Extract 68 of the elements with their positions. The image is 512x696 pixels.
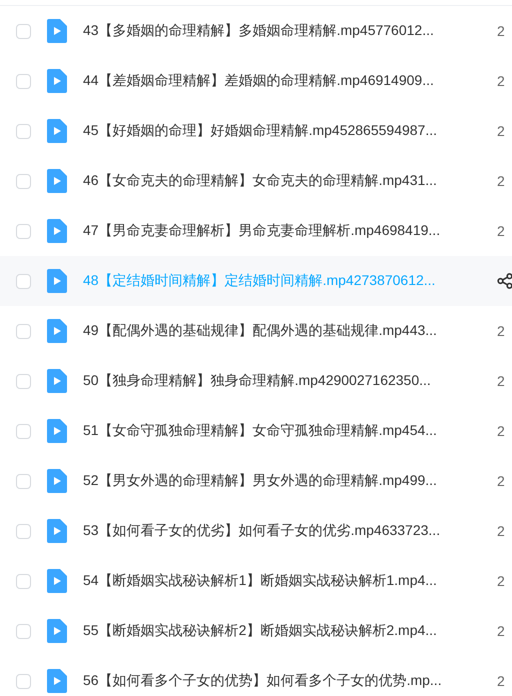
- file-date: 2: [497, 173, 505, 189]
- video-file-icon: [47, 119, 67, 143]
- file-name[interactable]: 51【女命守孤独命理精解】女命守孤独命理精解.mp454...: [83, 422, 497, 440]
- file-date: 2: [497, 673, 505, 689]
- checkbox[interactable]: [16, 174, 31, 188]
- file-date: 2: [497, 123, 505, 139]
- file-row[interactable]: 52【男女外遇的命理精解】男女外遇的命理精解.mp499... 2: [0, 456, 512, 506]
- file-row[interactable]: 50【独身命理精解】独身命理精解.mp4290027162350... 2: [0, 356, 512, 406]
- video-file-icon: [47, 69, 67, 93]
- file-date: 2: [497, 473, 505, 489]
- file-name[interactable]: 53【如何看子女的优劣】如何看子女的优劣.mp4633723...: [83, 522, 497, 540]
- file-row[interactable]: 54【断婚姻实战秘诀解析1】断婚姻实战秘诀解析1.mp4... 2: [0, 556, 512, 606]
- file-row[interactable]: 45【好婚姻的命理】好婚姻命理精解.mp452865594987... 2: [0, 106, 512, 156]
- file-date: 2: [497, 523, 505, 539]
- checkbox[interactable]: [16, 374, 31, 388]
- checkbox[interactable]: [16, 424, 31, 438]
- checkbox[interactable]: [16, 24, 31, 38]
- checkbox[interactable]: [16, 674, 31, 688]
- file-date: 2: [497, 623, 505, 639]
- file-date: 2: [497, 323, 505, 339]
- file-date: 2: [497, 573, 505, 589]
- file-row[interactable]: 53【如何看子女的优劣】如何看子女的优劣.mp4633723... 2: [0, 506, 512, 556]
- checkbox[interactable]: [16, 274, 31, 288]
- file-date: 2: [497, 423, 505, 439]
- file-row[interactable]: 55【断婚姻实战秘诀解析2】断婚姻实战秘诀解析2.mp4... 2: [0, 606, 512, 656]
- file-row[interactable]: 47【男命克妻命理解析】男命克妻命理解析.mp4698419... 2: [0, 206, 512, 256]
- file-row[interactable]: 43【多婚姻的命理精解】多婚姻命理精解.mp45776012... 2: [0, 6, 512, 56]
- file-name[interactable]: 56【如何看多个子女的优势】如何看多个子女的优势.mp...: [83, 672, 497, 690]
- file-name[interactable]: 52【男女外遇的命理精解】男女外遇的命理精解.mp499...: [83, 472, 497, 490]
- video-file-icon: [47, 619, 67, 643]
- file-name[interactable]: 43【多婚姻的命理精解】多婚姻命理精解.mp45776012...: [83, 22, 497, 40]
- video-file-icon: [47, 469, 67, 493]
- file-name[interactable]: 45【好婚姻的命理】好婚姻命理精解.mp452865594987...: [83, 122, 497, 140]
- file-name[interactable]: 49【配偶外遇的基础规律】配偶外遇的基础规律.mp443...: [83, 322, 497, 340]
- video-file-icon: [47, 669, 67, 693]
- video-file-icon: [47, 419, 67, 443]
- file-row[interactable]: 56【如何看多个子女的优势】如何看多个子女的优势.mp... 2: [0, 656, 512, 696]
- file-row[interactable]: 44【差婚姻命理精解】差婚姻的命理精解.mp46914909... 2: [0, 56, 512, 106]
- file-name[interactable]: 54【断婚姻实战秘诀解析1】断婚姻实战秘诀解析1.mp4...: [83, 572, 497, 590]
- file-date: 2: [497, 223, 505, 239]
- checkbox[interactable]: [16, 324, 31, 338]
- file-date: 2: [497, 73, 505, 89]
- video-file-icon: [47, 519, 67, 543]
- video-file-icon: [47, 569, 67, 593]
- checkbox[interactable]: [16, 624, 31, 638]
- file-name[interactable]: 55【断婚姻实战秘诀解析2】断婚姻实战秘诀解析2.mp4...: [83, 622, 497, 640]
- file-row[interactable]: 51【女命守孤独命理精解】女命守孤独命理精解.mp454... 2: [0, 406, 512, 456]
- file-name[interactable]: 44【差婚姻命理精解】差婚姻的命理精解.mp46914909...: [83, 72, 497, 90]
- video-file-icon: [47, 369, 67, 393]
- file-name[interactable]: 46【女命克夫的命理精解】女命克夫的命理精解.mp431...: [83, 172, 497, 190]
- file-name[interactable]: 47【男命克妻命理解析】男命克妻命理解析.mp4698419...: [83, 222, 497, 240]
- checkbox[interactable]: [16, 224, 31, 238]
- share-icon[interactable]: [497, 273, 512, 289]
- video-file-icon: [47, 19, 67, 43]
- checkbox[interactable]: [16, 474, 31, 488]
- checkbox[interactable]: [16, 124, 31, 138]
- video-file-icon: [47, 219, 67, 243]
- file-row[interactable]: 49【配偶外遇的基础规律】配偶外遇的基础规律.mp443... 2: [0, 306, 512, 356]
- file-date: 2: [497, 23, 505, 39]
- video-file-icon: [47, 169, 67, 193]
- video-file-icon: [47, 319, 67, 343]
- checkbox[interactable]: [16, 524, 31, 538]
- checkbox[interactable]: [16, 74, 31, 88]
- checkbox[interactable]: [16, 574, 31, 588]
- video-file-icon: [47, 269, 67, 293]
- file-name[interactable]: 50【独身命理精解】独身命理精解.mp4290027162350...: [83, 372, 497, 390]
- file-row[interactable]: 46【女命克夫的命理精解】女命克夫的命理精解.mp431... 2: [0, 156, 512, 206]
- file-date: 2: [497, 373, 505, 389]
